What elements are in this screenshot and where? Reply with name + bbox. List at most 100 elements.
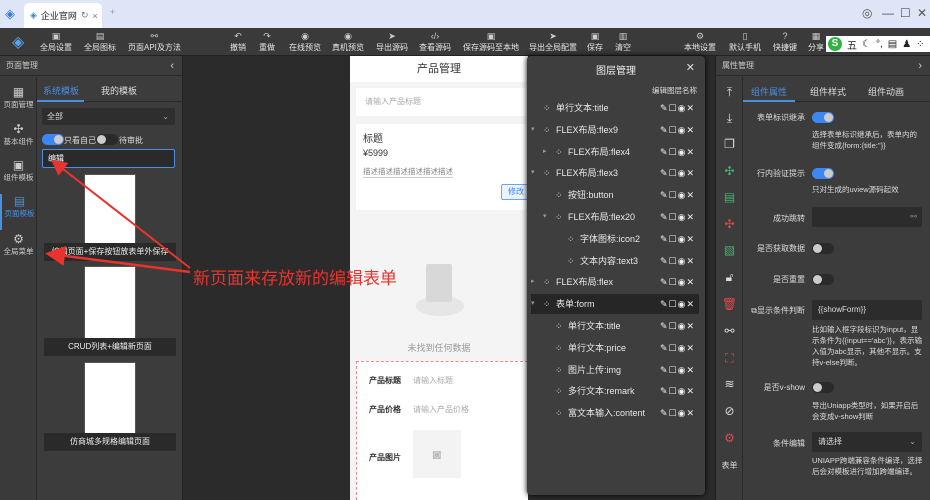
move-bottom-icon[interactable]: ⤓ [716, 111, 743, 126]
settings-icon[interactable]: ◎ [862, 6, 872, 20]
template-item[interactable]: CRUD列表+编辑新页面 [44, 338, 176, 356]
clear-button[interactable]: ▥ 清空 [615, 30, 631, 53]
layer-row[interactable]: ▾ ⁘ 表单:form ✎☐◉✕ [531, 294, 699, 315]
maximize-icon[interactable]: ☐ [900, 6, 911, 20]
layer-row[interactable]: ⁘ 富文本输入:content ✎☐◉✕ [531, 403, 699, 423]
layer-actions[interactable]: ✎☐◉✕ [660, 163, 695, 183]
layer-actions[interactable]: ✎☐◉✕ [660, 381, 695, 401]
reset-toggle[interactable] [812, 274, 834, 285]
edit-layer-names-button[interactable]: 编辑图层名称 [652, 85, 697, 96]
nav-page-management[interactable]: ▦ 页面管理 [0, 85, 37, 110]
layer-actions[interactable]: ✎☐◉✕ [660, 272, 695, 292]
layer-actions[interactable]: ✎☐◉✕ [660, 120, 695, 140]
layer-row[interactable]: ⁘ 单行文本:price ✎☐◉✕ [531, 338, 699, 358]
layer-row[interactable]: ▾ ⁘ FLEX布局:flex9 ✎☐◉✕ [531, 120, 699, 140]
tab-component-props[interactable]: 组件属性 [751, 85, 787, 98]
expand-arrow-icon[interactable]: ▸ [531, 272, 535, 292]
layer-row[interactable]: ▸ ⁘ FLEX布局:flex4 ✎☐◉✕ [531, 142, 699, 162]
expand-arrows-icon[interactable]: ⛶ [716, 351, 743, 366]
layer-row[interactable]: ⁘ 按钮:button ✎☐◉✕ [531, 185, 699, 205]
layer-actions[interactable]: ✎☐◉✕ [660, 316, 695, 336]
share-button[interactable]: ▦ 分享 [808, 30, 824, 53]
expand-icon[interactable]: › [918, 56, 922, 76]
new-tab-button[interactable]: + [110, 7, 115, 17]
keyboard-icon[interactable]: ▤ [888, 39, 897, 50]
form-inherit-toggle[interactable] [812, 112, 834, 123]
expand-arrow-icon[interactable]: ▾ [543, 207, 547, 227]
undo-button[interactable]: ↶ 撤销 [230, 30, 246, 53]
tab-system-templates[interactable]: 系统模板 [43, 84, 79, 97]
default-phone-button[interactable]: ▯ 默认手机 [729, 30, 761, 53]
moon-icon[interactable]: ☾ [862, 39, 871, 50]
product-search-input[interactable]: 请输入产品标题 [356, 88, 528, 116]
expand-arrow-icon[interactable]: ▾ [531, 294, 535, 314]
v-show-toggle[interactable] [812, 382, 834, 393]
grid-icon[interactable]: ⁘ [916, 39, 924, 50]
layer-actions[interactable]: ✎☐◉✕ [660, 294, 695, 314]
document-icon[interactable]: ▤ [716, 190, 743, 204]
success-redirect-input[interactable]: ⚯ [812, 207, 922, 227]
layer-row[interactable]: ⁘ 图片上传:img ✎☐◉✕ [531, 360, 699, 380]
hide-icon[interactable]: ⊘ [716, 404, 743, 418]
layer-actions[interactable]: ✎☐◉✕ [660, 185, 695, 205]
nav-component-templates[interactable]: ▣ 组件模板 [0, 158, 37, 183]
template-thumbnail[interactable] [84, 362, 136, 438]
edit-doc-icon[interactable]: ▧ [716, 243, 743, 257]
ime-toolbar[interactable]: S 五 ☾ °, ▤ ♟ ⁘ [826, 36, 930, 52]
image-upload-button[interactable]: ◙ [413, 430, 461, 478]
pending-toggle[interactable] [96, 134, 118, 145]
add-component-icon[interactable]: ✣ [716, 164, 743, 178]
layer-actions[interactable]: ✎☐◉✕ [660, 229, 695, 249]
layer-row[interactable]: ⁘ 多行文本:remark ✎☐◉✕ [531, 381, 699, 401]
fetch-data-toggle[interactable] [812, 243, 834, 254]
only-mine-toggle[interactable] [42, 134, 64, 145]
layer-actions[interactable]: ✎☐◉✕ [660, 142, 695, 162]
tab-close-icon[interactable]: × [92, 11, 97, 21]
delete-icon[interactable]: 🗑︎ [716, 297, 743, 311]
show-condition-input[interactable]: {{showForm}} [812, 300, 922, 320]
inline-validation-toggle[interactable] [812, 168, 834, 179]
minimize-icon[interactable]: — [882, 6, 894, 20]
layer-row[interactable]: ▾ ⁘ FLEX布局:flex3 ✎☐◉✕ [531, 163, 699, 183]
conditional-compile-select[interactable]: 请选择 ⌄ [812, 432, 922, 452]
layer-row[interactable]: ▾ ⁘ FLEX布局:flex20 ✎☐◉✕ [531, 207, 699, 227]
global-settings-button[interactable]: ▣ 全局设置 [40, 30, 72, 53]
template-item[interactable]: 编辑页面+保存按钮放表单外保存 [44, 243, 176, 261]
category-select[interactable]: 全部 ⌄ [42, 108, 175, 125]
close-icon[interactable]: ✕ [686, 61, 695, 74]
expand-arrow-icon[interactable]: ▾ [531, 163, 535, 183]
tab-component-animation[interactable]: 组件动画 [868, 85, 904, 98]
template-item[interactable]: 仿商城多规格编辑页面 [44, 433, 176, 451]
layer-actions[interactable]: ✎☐◉✕ [660, 360, 695, 380]
punct-icon[interactable]: °, [876, 39, 883, 50]
reload-icon[interactable]: ↻ [81, 10, 89, 21]
close-window-icon[interactable]: ✕ [917, 6, 927, 20]
device-preview-button[interactable]: ◉ 真机预览 [332, 30, 364, 53]
save-button[interactable]: ▣ 保存 [587, 30, 603, 53]
collapse-icon[interactable]: ‹ [170, 56, 174, 76]
title-input[interactable]: 请输入标题 [413, 375, 453, 386]
layer-row[interactable]: ⁘ 字体图标:icon2 ✎☐◉✕ [531, 229, 699, 249]
template-thumbnail[interactable] [84, 266, 136, 344]
shortcuts-button[interactable]: ? 快捷键 [773, 30, 797, 53]
export-source-button[interactable]: ➤ 导出源码 [376, 30, 408, 53]
layer-actions[interactable]: ✎☐◉✕ [660, 207, 695, 227]
browser-tab[interactable]: ◈ 企业官网 ↻ × [24, 3, 102, 28]
page-api-button[interactable]: ⚯ 页面API及方法 [128, 30, 181, 53]
nav-page-templates[interactable]: ▤ 页面模板 [0, 194, 37, 230]
user-icon[interactable]: ♟ [902, 39, 911, 50]
global-icons-button[interactable]: ▤ 全局图标 [84, 30, 116, 53]
nav-basic-components[interactable]: ✣ 基本组件 [0, 122, 37, 147]
link-icon[interactable]: ⚯ [716, 324, 743, 338]
tab-my-templates[interactable]: 我的模板 [101, 84, 137, 97]
layer-row[interactable]: ⁘ 文本内容:text3 ✎☐◉✕ [531, 251, 699, 271]
price-input[interactable]: 请输入产品价格 [413, 404, 469, 415]
layer-row[interactable]: ⁘ 单行文本:title ✎☐◉✕ [531, 316, 699, 336]
layer-actions[interactable]: ✎☐◉✕ [660, 98, 695, 118]
save-source-local-button[interactable]: ▣ 保存源码至本地 [463, 30, 519, 53]
gear-icon[interactable]: ⚙ [716, 431, 743, 445]
remove-component-icon[interactable]: ✣ [716, 217, 743, 231]
nav-global-menu[interactable]: ⚙ 全局菜单 [0, 232, 37, 257]
online-preview-button[interactable]: ◉ 在线预览 [289, 30, 321, 53]
expand-arrow-icon[interactable]: ▸ [543, 142, 547, 162]
